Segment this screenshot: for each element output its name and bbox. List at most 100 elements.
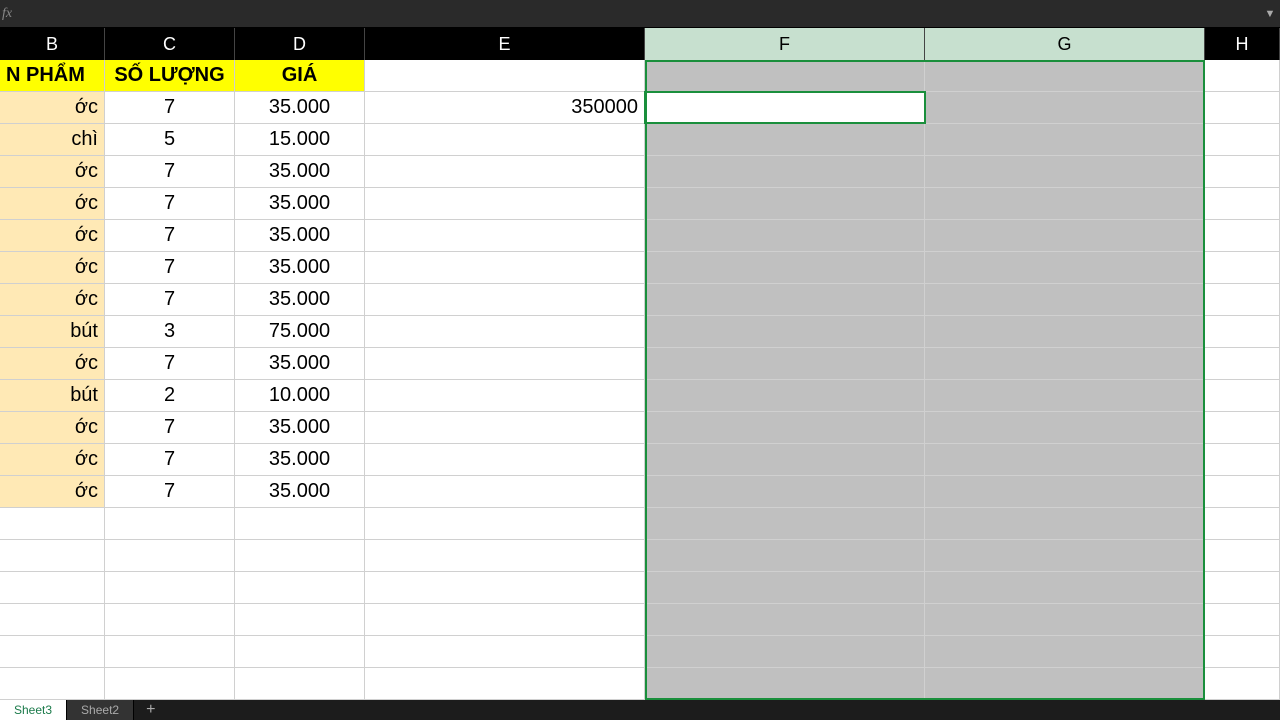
cell[interactable]	[645, 508, 925, 539]
cell[interactable]: 35.000	[235, 444, 365, 475]
col-header-D[interactable]: D	[235, 28, 365, 60]
cell[interactable]: ớc	[0, 444, 105, 475]
cell[interactable]: 75.000	[235, 316, 365, 347]
cell[interactable]	[1205, 604, 1280, 635]
cell[interactable]: 35.000	[235, 284, 365, 315]
cell[interactable]	[645, 668, 925, 699]
cell[interactable]	[365, 60, 645, 91]
col-header-B[interactable]: B	[0, 28, 105, 60]
cell[interactable]	[1205, 124, 1280, 155]
cell[interactable]	[105, 604, 235, 635]
cell[interactable]: 7	[105, 188, 235, 219]
add-sheet-button[interactable]: +	[134, 702, 167, 718]
cell[interactable]	[365, 508, 645, 539]
cell[interactable]	[1205, 316, 1280, 347]
cell[interactable]	[1205, 636, 1280, 667]
cell[interactable]	[105, 508, 235, 539]
formula-expand-icon[interactable]: ▼	[1260, 8, 1280, 20]
cell[interactable]: 7	[105, 444, 235, 475]
cell[interactable]	[0, 540, 105, 571]
cell[interactable]: 35.000	[235, 348, 365, 379]
cell[interactable]	[105, 668, 235, 699]
cell[interactable]: bút	[0, 316, 105, 347]
cell[interactable]: bút	[0, 380, 105, 411]
cell[interactable]	[1205, 380, 1280, 411]
cell[interactable]	[925, 540, 1205, 571]
cell[interactable]	[235, 540, 365, 571]
cell[interactable]	[1205, 412, 1280, 443]
cell[interactable]	[0, 572, 105, 603]
cell[interactable]	[925, 60, 1205, 91]
cell[interactable]: N PHẨM	[0, 60, 105, 91]
cell[interactable]	[925, 348, 1205, 379]
cell[interactable]	[365, 540, 645, 571]
cell[interactable]	[1205, 156, 1280, 187]
cell[interactable]: ớc	[0, 188, 105, 219]
cell[interactable]	[1205, 60, 1280, 91]
cell[interactable]	[645, 188, 925, 219]
cell[interactable]	[645, 156, 925, 187]
formula-input[interactable]	[12, 0, 1260, 27]
col-header-C[interactable]: C	[105, 28, 235, 60]
cell[interactable]	[645, 124, 925, 155]
cell[interactable]	[1205, 540, 1280, 571]
cell[interactable]	[925, 92, 1205, 123]
col-header-H[interactable]: H	[1205, 28, 1280, 60]
cell[interactable]: 7	[105, 284, 235, 315]
cell[interactable]	[365, 444, 645, 475]
cell[interactable]	[645, 444, 925, 475]
cell[interactable]	[1205, 348, 1280, 379]
cell[interactable]: 350000	[365, 92, 645, 123]
cell[interactable]	[645, 636, 925, 667]
cell[interactable]	[365, 156, 645, 187]
cell[interactable]	[645, 540, 925, 571]
cell[interactable]: ớc	[0, 220, 105, 251]
col-header-F[interactable]: F	[645, 28, 925, 60]
cell[interactable]	[235, 572, 365, 603]
cell[interactable]	[1205, 92, 1280, 123]
cell[interactable]: 3	[105, 316, 235, 347]
cell[interactable]	[0, 508, 105, 539]
cell[interactable]	[365, 636, 645, 667]
cell[interactable]	[365, 604, 645, 635]
cell[interactable]	[1205, 508, 1280, 539]
cell[interactable]: chì	[0, 124, 105, 155]
cell[interactable]	[0, 604, 105, 635]
cell[interactable]	[925, 508, 1205, 539]
cell[interactable]	[1205, 668, 1280, 699]
cell[interactable]	[365, 124, 645, 155]
cell[interactable]	[1205, 220, 1280, 251]
cell[interactable]: 35.000	[235, 220, 365, 251]
cell[interactable]	[365, 284, 645, 315]
cell[interactable]: ớc	[0, 348, 105, 379]
cell[interactable]	[925, 124, 1205, 155]
cell[interactable]	[105, 572, 235, 603]
cell[interactable]	[925, 188, 1205, 219]
cell[interactable]	[235, 508, 365, 539]
cell[interactable]	[925, 444, 1205, 475]
cell[interactable]: 7	[105, 348, 235, 379]
cell[interactable]: ớc	[0, 92, 105, 123]
cell[interactable]	[1205, 444, 1280, 475]
cell[interactable]: 5	[105, 124, 235, 155]
cell[interactable]: 15.000	[235, 124, 365, 155]
cell[interactable]	[0, 668, 105, 699]
cell[interactable]: ớc	[0, 156, 105, 187]
cell[interactable]	[925, 636, 1205, 667]
cell[interactable]	[925, 380, 1205, 411]
spreadsheet-grid[interactable]: N PHẨMSỐ LƯỢNGGIÁớc735.000350000chì515.0…	[0, 60, 1280, 700]
cell[interactable]: GIÁ	[235, 60, 365, 91]
cell[interactable]	[925, 316, 1205, 347]
cell[interactable]	[925, 572, 1205, 603]
cell[interactable]: 7	[105, 476, 235, 507]
cell[interactable]	[1205, 476, 1280, 507]
cell[interactable]	[365, 668, 645, 699]
cell[interactable]	[365, 252, 645, 283]
cell[interactable]	[925, 668, 1205, 699]
cell[interactable]	[1205, 252, 1280, 283]
cell[interactable]	[105, 636, 235, 667]
cell[interactable]	[925, 412, 1205, 443]
cell[interactable]: ớc	[0, 412, 105, 443]
cell[interactable]: 10.000	[235, 380, 365, 411]
cell[interactable]	[1205, 284, 1280, 315]
